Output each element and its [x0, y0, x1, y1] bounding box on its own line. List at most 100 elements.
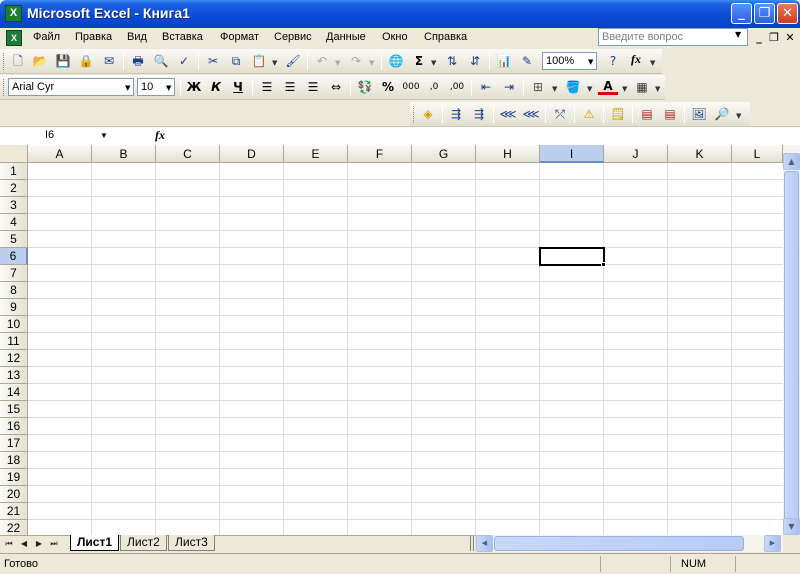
worksheet-grid[interactable]: A B C D E F G H I J K L 1 2 3 4 5 6 7 8 9 10 11 12 13 14 15 16 17 18 1… — [0, 145, 800, 535]
row-header-5[interactable]: 5 — [0, 231, 28, 248]
row-header-4[interactable]: 4 — [0, 214, 28, 231]
sort-descending-icon[interactable]: ⇵ — [465, 52, 485, 71]
row-header-15[interactable]: 15 — [0, 401, 28, 418]
vertical-scrollbar[interactable]: ▲ ▼ — [783, 145, 800, 535]
decrease-decimal-button[interactable]: ,00 — [447, 78, 467, 97]
sheet-tab-1[interactable]: Лист1 — [70, 535, 120, 551]
permission-icon[interactable]: 🔒 — [76, 52, 96, 71]
trace-error-icon[interactable]: ⚠ — [579, 105, 599, 124]
menu-view[interactable]: Вид — [127, 31, 147, 43]
column-header-b[interactable]: B — [92, 145, 156, 163]
row-header-11[interactable]: 11 — [0, 333, 28, 350]
select-all-button[interactable] — [0, 145, 28, 163]
insert-function-icon[interactable]: fx — [626, 52, 646, 71]
spelling-icon[interactable]: ✓ — [174, 52, 194, 71]
chart-wizard-icon[interactable]: 📊 — [494, 52, 514, 71]
merge-center-icon[interactable]: ⇔ — [326, 78, 346, 97]
row-header-12[interactable]: 12 — [0, 350, 28, 367]
font-color-button[interactable]: A — [598, 78, 618, 95]
print-preview-icon[interactable]: 🔍 — [151, 52, 171, 71]
vertical-scroll-thumb[interactable] — [784, 171, 799, 521]
new-comment-icon[interactable]: 🗒 — [608, 105, 628, 124]
column-header-l[interactable]: L — [732, 145, 783, 163]
bold-button[interactable]: Ж — [184, 78, 204, 97]
hyperlink-icon[interactable]: 🌐 — [386, 52, 406, 71]
chevron-down-icon[interactable]: ▼ — [272, 59, 277, 67]
toolbar-grip[interactable] — [413, 106, 416, 123]
row-header-20[interactable]: 20 — [0, 486, 28, 503]
error-check-icon[interactable]: ◈ — [418, 105, 438, 124]
email-icon[interactable]: ✉ — [99, 52, 119, 71]
row-header-8[interactable]: 8 — [0, 282, 28, 299]
help-icon[interactable]: ? — [603, 52, 623, 71]
row-header-7[interactable]: 7 — [0, 265, 28, 282]
document-minimize-button[interactable]: _ — [752, 31, 766, 45]
new-document-icon[interactable]: 🗋 — [8, 52, 28, 71]
last-sheet-icon[interactable]: ⏭ — [48, 537, 60, 550]
row-header-1[interactable]: 1 — [0, 163, 28, 180]
menu-insert[interactable]: Вставка — [162, 31, 203, 43]
menu-window[interactable]: Окно — [382, 31, 408, 43]
fill-color-icon[interactable]: 🪣 — [563, 78, 583, 97]
menu-file[interactable]: Файл — [33, 31, 60, 43]
clear-validation-circles-icon[interactable]: ▤ — [660, 105, 680, 124]
row-header-10[interactable]: 10 — [0, 316, 28, 333]
first-sheet-icon[interactable]: ⏮ — [3, 537, 15, 550]
column-header-i[interactable]: I — [540, 145, 604, 163]
document-icon[interactable]: X — [6, 30, 22, 46]
sheet-tab-2[interactable]: Лист2 — [120, 535, 167, 551]
active-cell[interactable] — [539, 247, 605, 266]
align-right-icon[interactable]: ☰ — [303, 78, 323, 97]
column-header-k[interactable]: K — [668, 145, 732, 163]
column-header-a[interactable]: A — [28, 145, 92, 163]
row-header-9[interactable]: 9 — [0, 299, 28, 316]
chevron-down-icon[interactable]: ▼ — [736, 112, 741, 120]
underline-button[interactable]: Ч — [228, 78, 248, 97]
circle-invalid-data-icon[interactable]: ▤ — [637, 105, 657, 124]
align-left-icon[interactable]: ☰ — [257, 78, 277, 97]
row-header-6[interactable]: 6 — [0, 248, 28, 265]
chevron-down-icon[interactable]: ▼ — [431, 59, 436, 67]
column-header-e[interactable]: E — [284, 145, 348, 163]
scroll-left-icon[interactable]: ◀ — [476, 535, 493, 552]
paste-icon[interactable]: 📋 — [249, 52, 269, 71]
title-bar[interactable]: X Microsoft Excel - Книга1 _ ❐ ✕ — [0, 0, 800, 28]
document-close-button[interactable]: ✕ — [783, 31, 797, 45]
help-question-input[interactable]: Введите вопрос — [598, 28, 748, 46]
redo-icon[interactable]: ↷ — [346, 52, 366, 71]
print-icon[interactable]: 🖶 — [128, 52, 148, 71]
column-header-j[interactable]: J — [604, 145, 668, 163]
decrease-indent-icon[interactable]: ⇤ — [476, 78, 496, 97]
row-header-19[interactable]: 19 — [0, 469, 28, 486]
row-header-22[interactable]: 22 — [0, 520, 28, 535]
document-restore-button[interactable]: ❐ — [767, 31, 781, 45]
sheet-tab-3[interactable]: Лист3 — [168, 535, 215, 551]
excel-icon[interactable]: X — [5, 5, 22, 22]
menu-tools[interactable]: Сервис — [274, 31, 312, 43]
menu-format[interactable]: Формат — [220, 31, 259, 43]
thousands-separator-button[interactable]: 000 — [401, 78, 421, 97]
row-header-13[interactable]: 13 — [0, 367, 28, 384]
chevron-down-icon[interactable]: ▼ — [587, 85, 592, 93]
insert-function-icon[interactable]: fx — [155, 128, 165, 143]
chevron-down-icon[interactable]: ▼ — [650, 59, 655, 67]
font-select[interactable]: Arial Cyr — [8, 78, 134, 96]
row-header-17[interactable]: 17 — [0, 435, 28, 452]
chevron-down-icon[interactable]: ▼ — [125, 84, 130, 92]
scroll-down-icon[interactable]: ▼ — [783, 518, 800, 535]
chevron-down-icon[interactable]: ▼ — [100, 131, 108, 140]
remove-all-arrows-icon[interactable]: ⤱ — [550, 105, 570, 124]
trace-dependents-icon[interactable]: ⋘ — [498, 105, 518, 124]
chevron-down-icon[interactable]: ▼ — [369, 59, 374, 67]
row-header-14[interactable]: 14 — [0, 384, 28, 401]
increase-decimal-button[interactable]: ,0 — [424, 78, 444, 97]
remove-dependents-icon[interactable]: ⋘ — [521, 105, 541, 124]
row-header-2[interactable]: 2 — [0, 180, 28, 197]
tab-split-handle[interactable] — [470, 536, 474, 551]
menu-help[interactable]: Справка — [424, 31, 467, 43]
watch-window-icon[interactable]: 🖼 — [689, 105, 709, 124]
chevron-down-icon[interactable]: ▼ — [166, 84, 171, 92]
menu-edit[interactable]: Правка — [75, 31, 112, 43]
toolbar-grip[interactable] — [3, 79, 6, 96]
row-header-16[interactable]: 16 — [0, 418, 28, 435]
